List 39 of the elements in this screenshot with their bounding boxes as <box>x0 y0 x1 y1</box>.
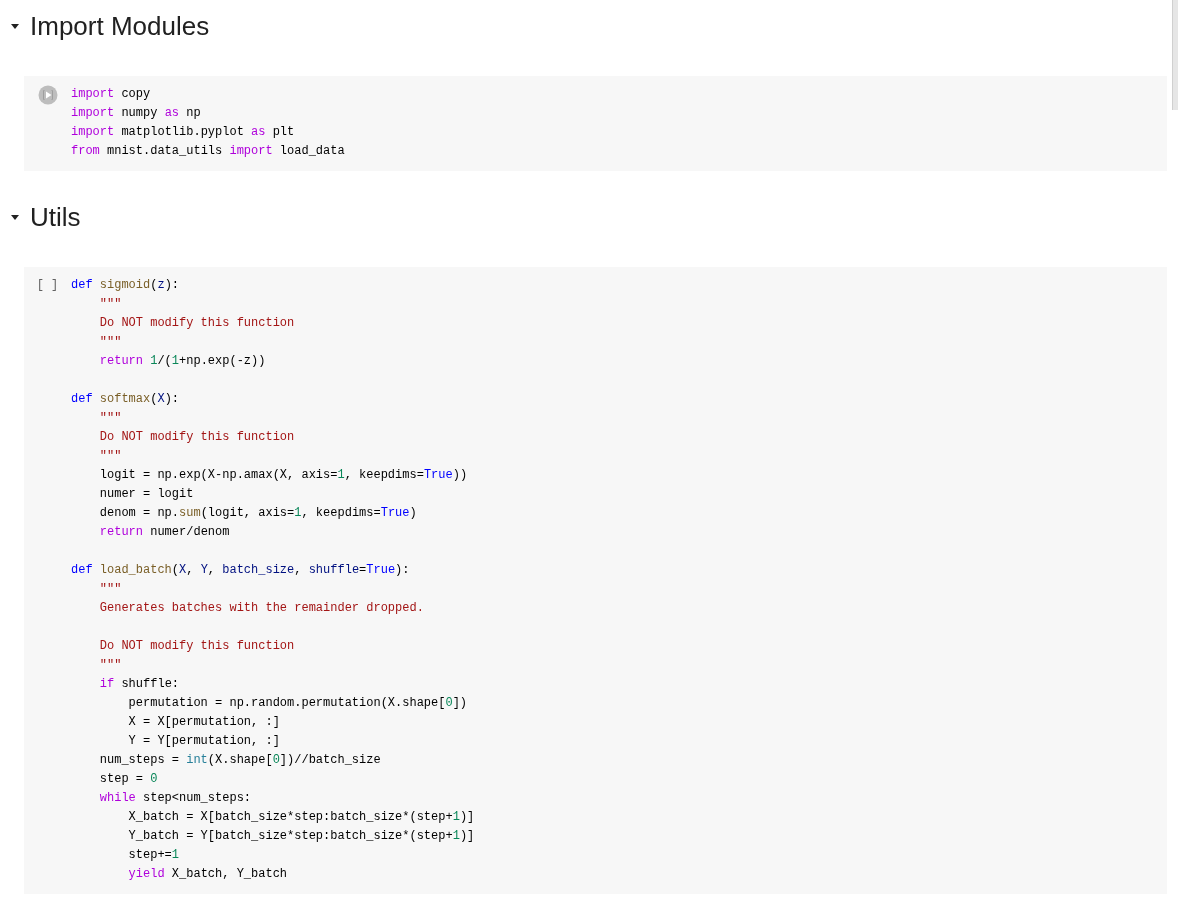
code-line: if shuffle: <box>98 676 180 693</box>
code-line: import numpy as np <box>71 105 201 122</box>
code-line: from mnist.data_utils import load_data <box>71 143 345 160</box>
code-line: X = X[permutation, :] <box>127 714 280 731</box>
code-line: Y = Y[permutation, :] <box>127 733 280 750</box>
code-line: import copy <box>71 86 151 103</box>
code-line: return numer/denom <box>98 524 230 541</box>
section-heading: Import Modules <box>30 10 210 42</box>
code-line: """ <box>98 657 122 674</box>
code-line: permutation = np.random.permutation(X.shape[0]) <box>127 695 468 712</box>
code-line: """ <box>98 410 122 427</box>
code-line: Do NOT modify this function <box>98 638 295 655</box>
code-line: """ <box>98 581 122 598</box>
code-line: """ <box>98 448 122 465</box>
code-line: import matplotlib.pyplot as plt <box>71 124 295 141</box>
execution-count: [ ] <box>36 277 59 294</box>
code-line: Generates batches with the remainder dropped. <box>98 600 424 617</box>
code-line: step+=1 <box>127 847 180 864</box>
code-cell[interactable]: import copy import numpy as np import matplotlib.pyplot as plt from mnist.data_utils import load_data <box>24 76 1167 171</box>
code-line: """ <box>98 296 122 313</box>
code-line: Do NOT modify this function <box>98 429 295 446</box>
code-line: step = 0 <box>98 771 158 788</box>
code-line: X_batch = X[batch_size*step:batch_size*(step+1)] <box>127 809 475 826</box>
code-line: yield X_batch, Y_batch <box>127 866 288 883</box>
code-line: def load_batch(X, Y, batch_size, shuffle=True): <box>71 562 410 579</box>
code-line: Y_batch = Y[batch_size*step:batch_size*(step+1)] <box>127 828 475 845</box>
code-line: """ <box>98 334 122 351</box>
code-line: def softmax(X): <box>71 391 180 408</box>
code-line: return 1/(1+np.exp(-z)) <box>98 353 266 370</box>
code-line: num_steps = int(X.shape[0])//batch_size <box>98 752 381 769</box>
code-line: logit = np.exp(X-np.amax(X, axis=1, keepdims=True)) <box>98 467 468 484</box>
code-line: def sigmoid(z): <box>71 277 180 294</box>
code-line: Do NOT modify this function <box>98 315 295 332</box>
scrollbar[interactable] <box>1172 0 1178 110</box>
code-line: denom = np.sum(logit, axis=1, keepdims=True) <box>98 505 417 522</box>
code-line: numer = logit <box>98 486 194 503</box>
code-line: while step<num_steps: <box>98 790 252 807</box>
section-heading: Utils <box>30 201 81 233</box>
run-button[interactable] <box>37 85 58 105</box>
